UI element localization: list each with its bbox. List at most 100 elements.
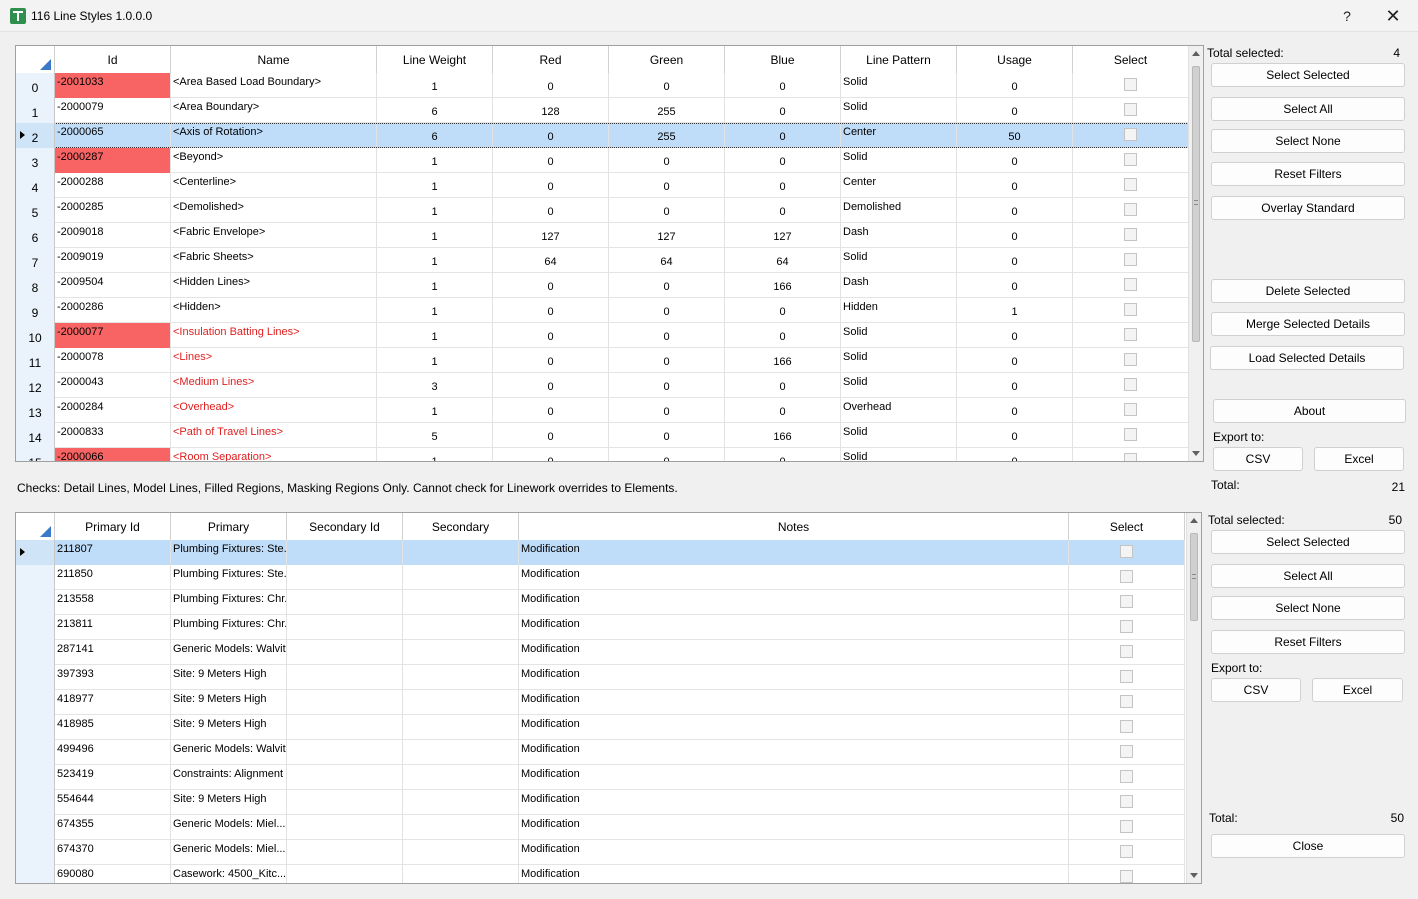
cell-line-weight[interactable]: 1	[377, 73, 493, 98]
table-row[interactable]: 499496 Generic Models: Walvit Modification	[16, 740, 1185, 765]
cell-line-pattern[interactable]: Solid	[841, 373, 957, 398]
select-checkbox[interactable]	[1120, 645, 1133, 658]
bottom-reset-filters-button[interactable]: Reset Filters	[1211, 630, 1405, 654]
cell-primary-id[interactable]: 211850	[55, 565, 171, 590]
cell-red[interactable]: 0	[493, 323, 609, 348]
cell-notes[interactable]: Modification	[519, 715, 1069, 740]
cell-select[interactable]	[1073, 273, 1189, 298]
modifications-scrollbar[interactable]	[1186, 513, 1201, 883]
select-checkbox[interactable]	[1120, 720, 1133, 733]
row-header[interactable]: 5	[16, 198, 55, 223]
cell-blue[interactable]: 0	[725, 448, 841, 461]
select-checkbox[interactable]	[1124, 128, 1137, 141]
select-checkbox[interactable]	[1124, 253, 1137, 266]
row-header[interactable]	[16, 865, 55, 883]
bottom-csv-button[interactable]: CSV	[1211, 678, 1301, 702]
cell-select[interactable]	[1073, 398, 1189, 423]
table-row[interactable]: 8 -2009504 <Hidden Lines> 1 0 0 166 Dash 0	[16, 273, 1189, 298]
table-row[interactable]: 11 -2000078 <Lines> 1 0 0 166 Solid 0	[16, 348, 1189, 373]
cell-select[interactable]	[1073, 323, 1189, 348]
cell-blue[interactable]: 0	[725, 198, 841, 223]
cell-red[interactable]: 0	[493, 198, 609, 223]
scroll-down-arrow-icon[interactable]	[1192, 451, 1200, 456]
row-header[interactable]: 13	[16, 398, 55, 423]
cell-primary-id[interactable]: 418977	[55, 690, 171, 715]
cell-primary[interactable]: Plumbing Fixtures: Chr...	[171, 590, 287, 615]
overlay-standard-button[interactable]: Overlay Standard	[1211, 196, 1405, 220]
row-header[interactable]: 7	[16, 248, 55, 273]
cell-notes[interactable]: Modification	[519, 840, 1069, 865]
cell-red[interactable]: 0	[493, 73, 609, 98]
table-row[interactable]: 213558 Plumbing Fixtures: Chr... Modificat…	[16, 590, 1185, 615]
cell-secondary[interactable]	[403, 565, 519, 590]
bottom-select-all-button[interactable]: Select All	[1211, 564, 1405, 588]
table-row[interactable]: 9 -2000286 <Hidden> 1 0 0 0 Hidden 1	[16, 298, 1189, 323]
column-header-line-pattern[interactable]: Line Pattern	[841, 46, 957, 73]
select-checkbox[interactable]	[1124, 153, 1137, 166]
cell-primary[interactable]: Site: 9 Meters High	[171, 665, 287, 690]
cell-select[interactable]	[1073, 423, 1189, 448]
cell-primary[interactable]: Plumbing Fixtures: Chr...	[171, 615, 287, 640]
row-header[interactable]: 1	[16, 98, 55, 123]
cell-select[interactable]	[1069, 715, 1185, 740]
cell-blue[interactable]: 166	[725, 423, 841, 448]
cell-secondary-id[interactable]	[287, 740, 403, 765]
cell-line-pattern[interactable]: Demolished	[841, 198, 957, 223]
table-row[interactable]: 10 -2000077 <Insulation Batting Lines> 1 0 0 0…	[16, 323, 1189, 348]
cell-name[interactable]: <Fabric Sheets>	[171, 248, 377, 273]
row-header[interactable]: 8	[16, 273, 55, 298]
cell-line-pattern[interactable]: Solid	[841, 348, 957, 373]
column-header-usage[interactable]: Usage	[957, 46, 1073, 73]
table-row[interactable]: 15-2000066<Room Separation>1000Solid0	[16, 448, 1189, 461]
row-header[interactable]: 4	[16, 173, 55, 198]
cell-select[interactable]	[1069, 665, 1185, 690]
cell-select[interactable]	[1069, 765, 1185, 790]
table-row[interactable]: 554644 Site: 9 Meters High Modification	[16, 790, 1185, 815]
cell-select[interactable]	[1073, 223, 1189, 248]
table-row[interactable]: 674355 Generic Models: Miel... Modificatio…	[16, 815, 1185, 840]
cell-green[interactable]: 0	[609, 348, 725, 373]
cell-primary[interactable]: Site: 9 Meters High	[171, 790, 287, 815]
select-checkbox[interactable]	[1120, 845, 1133, 858]
select-all-corner[interactable]	[16, 513, 55, 540]
cell-select[interactable]	[1073, 98, 1189, 123]
cell-notes[interactable]: Modification	[519, 540, 1069, 565]
cell-red[interactable]: 127	[493, 223, 609, 248]
select-checkbox[interactable]	[1124, 328, 1137, 341]
cell-select[interactable]	[1069, 615, 1185, 640]
cell-secondary-id[interactable]	[287, 765, 403, 790]
cell-line-weight[interactable]: 1	[377, 348, 493, 373]
cell-id[interactable]: -2000285	[55, 198, 171, 223]
cell-blue[interactable]: 0	[725, 173, 841, 198]
cell-id[interactable]: -2009018	[55, 223, 171, 248]
cell-primary[interactable]: Constraints: Alignment	[171, 765, 287, 790]
cell-usage[interactable]: 0	[957, 323, 1073, 348]
row-header[interactable]: 3	[16, 148, 55, 173]
cell-notes[interactable]: Modification	[519, 690, 1069, 715]
cell-id[interactable]: -2000078	[55, 348, 171, 373]
row-header[interactable]	[16, 715, 55, 740]
row-header[interactable]	[16, 790, 55, 815]
table-row[interactable]: 211807 Plumbing Fixtures: Ste... Modificat…	[16, 540, 1185, 565]
column-header-line-weight[interactable]: Line Weight	[377, 46, 493, 73]
cell-notes[interactable]: Modification	[519, 865, 1069, 883]
top-reset-filters-button[interactable]: Reset Filters	[1211, 162, 1405, 186]
cell-blue[interactable]: 0	[725, 73, 841, 98]
cell-blue[interactable]: 0	[725, 298, 841, 323]
table-row[interactable]: 7 -2009019 <Fabric Sheets> 1 64 64 64 Solid 0	[16, 248, 1189, 273]
delete-selected-button[interactable]: Delete Selected	[1211, 279, 1405, 303]
cell-red[interactable]: 128	[493, 98, 609, 123]
cell-primary[interactable]: Generic Models: Walvit	[171, 640, 287, 665]
cell-primary[interactable]: Plumbing Fixtures: Ste...	[171, 540, 287, 565]
cell-select[interactable]	[1073, 248, 1189, 273]
select-checkbox[interactable]	[1124, 303, 1137, 316]
cell-green[interactable]: 0	[609, 198, 725, 223]
cell-usage[interactable]: 0	[957, 223, 1073, 248]
cell-red[interactable]: 64	[493, 248, 609, 273]
cell-notes[interactable]: Modification	[519, 790, 1069, 815]
cell-green[interactable]: 0	[609, 298, 725, 323]
cell-usage[interactable]: 0	[957, 98, 1073, 123]
cell-secondary[interactable]	[403, 765, 519, 790]
scroll-up-arrow-icon[interactable]	[1190, 518, 1198, 523]
cell-red[interactable]: 0	[493, 373, 609, 398]
